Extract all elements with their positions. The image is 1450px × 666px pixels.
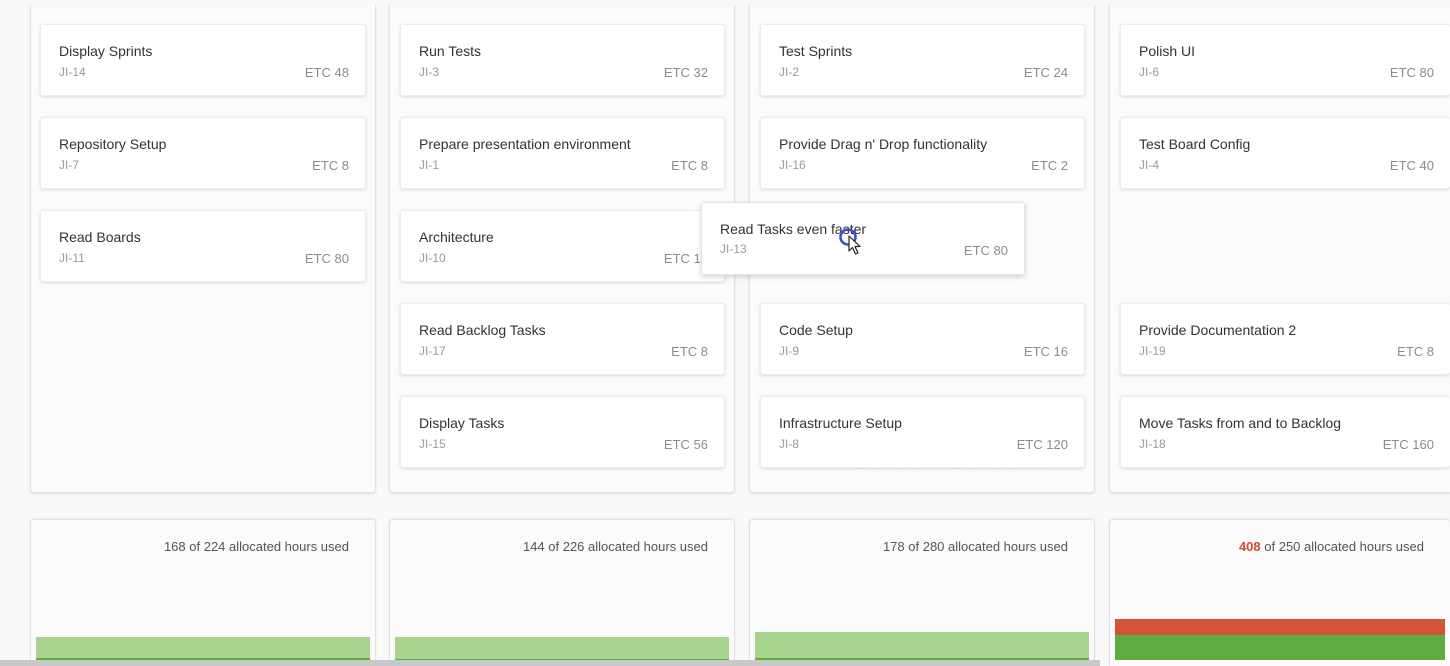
capacity-bar [395, 637, 729, 660]
task-key: JI-10 [419, 251, 446, 265]
task-etc: ETC 80 [304, 251, 349, 266]
hours-summary-rest: of 250 allocated hours used [1260, 539, 1424, 554]
hours-summary-rest: of 226 allocated hours used [544, 539, 708, 554]
horizontal-scrollbar[interactable] [0, 660, 1100, 666]
used-hours: 144 [522, 539, 545, 554]
task-title: Display Sprints [59, 43, 153, 59]
task-card[interactable]: Infrastructure Setup JI-8 ETC 120 [760, 396, 1085, 468]
task-etc: ETC 40 [1389, 158, 1434, 173]
task-key: JI-7 [59, 158, 80, 172]
task-key: JI-9 [779, 344, 800, 358]
capacity-bar [755, 631, 1089, 660]
task-card[interactable]: Move Tasks from and to Backlog JI-18 ETC… [1120, 396, 1450, 468]
task-card[interactable]: Provide Drag n' Drop functionality JI-16… [760, 117, 1085, 189]
task-etc: ETC 16 [1023, 344, 1068, 359]
task-card[interactable]: Read Backlog Tasks JI-17 ETC 8 [400, 303, 725, 375]
drop-placeholder [856, 468, 1046, 469]
task-card[interactable]: Run Tests JI-3 ETC 32 [400, 24, 725, 96]
task-etc: ETC 8 [1397, 344, 1434, 359]
task-key: JI-4 [1139, 158, 1160, 172]
hours-summary-rest: of 224 allocated hours used [185, 539, 349, 554]
task-card[interactable]: Architecture JI-10 ETC 16 [400, 210, 725, 282]
task-etc: ETC 56 [663, 437, 708, 452]
allocated-hours-bar [755, 631, 1089, 660]
capacity-bar [36, 637, 370, 660]
task-card[interactable]: Code Setup JI-9 ETC 16 [760, 303, 1085, 375]
task-etc: ETC 8 [312, 158, 349, 173]
task-etc: ETC 8 [671, 344, 708, 359]
used-hours: 168 [163, 539, 186, 554]
task-key: JI-6 [1139, 65, 1160, 79]
task-key: JI-8 [779, 437, 800, 451]
task-key: JI-13 [720, 242, 747, 256]
task-title: Provide Drag n' Drop functionality [779, 136, 988, 152]
sprint-capacity-panel-1: 168 of 224 allocated hours used [30, 519, 376, 666]
task-key: JI-1 [419, 158, 440, 172]
task-title: Display Tasks [419, 415, 505, 431]
task-etc: ETC 120 [1016, 437, 1068, 452]
task-title: Read Boards [59, 229, 141, 245]
hours-summary-rest: of 280 allocated hours used [904, 539, 1068, 554]
task-title: Prepare presentation environment [419, 136, 631, 152]
task-title: Polish UI [1139, 43, 1196, 59]
task-card[interactable]: Read Boards JI-11 ETC 80 [40, 210, 366, 282]
task-title: Move Tasks from and to Backlog [1139, 415, 1342, 431]
task-key: JI-19 [1139, 344, 1166, 358]
task-card[interactable]: Provide Documentation 2 JI-19 ETC 8 [1120, 303, 1450, 375]
task-etc: ETC 80 [963, 243, 1008, 258]
task-title: Code Setup [779, 322, 853, 338]
task-etc: ETC 160 [1382, 437, 1434, 452]
task-key: JI-15 [419, 437, 446, 451]
task-key: JI-17 [419, 344, 446, 358]
task-card[interactable]: Polish UI JI-6 ETC 80 [1120, 24, 1450, 96]
allocated-hours-bar [395, 637, 729, 660]
mouse-cursor-icon [839, 228, 861, 255]
task-title: Infrastructure Setup [779, 415, 902, 431]
capacity-bar [1115, 618, 1445, 660]
task-card[interactable]: Test Sprints JI-2 ETC 24 [760, 24, 1085, 96]
task-key: JI-16 [779, 158, 806, 172]
used-hours-bar [1115, 634, 1445, 660]
task-etc: ETC 32 [663, 65, 708, 80]
task-key: JI-3 [419, 65, 440, 79]
task-etc: ETC 2 [1031, 158, 1068, 173]
hours-summary: 178 of 280 allocated hours used [883, 539, 1068, 554]
task-title: Repository Setup [59, 136, 167, 152]
task-title: Run Tests [419, 43, 481, 59]
sprint-capacity-panel-3: 178 of 280 allocated hours used [749, 519, 1095, 666]
task-card[interactable]: Display Sprints JI-14 ETC 48 [40, 24, 366, 96]
sprint-capacity-panel-4: 408 of 250 allocated hours used [1109, 519, 1450, 666]
task-key: JI-11 [59, 251, 85, 265]
used-hours: 408 [1238, 539, 1261, 554]
task-title: Test Board Config [1139, 136, 1251, 152]
task-etc: ETC 8 [671, 158, 708, 173]
hours-summary: 408 of 250 allocated hours used [1239, 539, 1424, 554]
task-title: Read Backlog Tasks [419, 322, 546, 338]
task-card[interactable]: Display Tasks JI-15 ETC 56 [400, 396, 725, 468]
task-title: Test Sprints [779, 43, 853, 59]
used-hours: 178 [882, 539, 905, 554]
task-key: JI-14 [59, 65, 86, 79]
task-etc: ETC 80 [1389, 65, 1434, 80]
task-card[interactable]: Prepare presentation environment JI-1 ET… [400, 117, 725, 189]
task-title: Architecture [419, 229, 494, 245]
task-key: JI-2 [779, 65, 800, 79]
hours-summary: 168 of 224 allocated hours used [164, 539, 349, 554]
task-title: Provide Documentation 2 [1139, 322, 1297, 338]
task-etc: ETC 48 [304, 65, 349, 80]
sprint-capacity-panel-2: 144 of 226 allocated hours used [389, 519, 735, 666]
sprint-board: Display Sprints JI-14 ETC 48 Repository … [0, 0, 1450, 666]
hours-summary: 144 of 226 allocated hours used [523, 539, 708, 554]
task-etc: ETC 24 [1023, 65, 1068, 80]
task-card[interactable]: Test Board Config JI-4 ETC 40 [1120, 117, 1450, 189]
allocated-hours-bar [36, 637, 370, 660]
task-card[interactable]: Repository Setup JI-7 ETC 8 [40, 117, 366, 189]
task-key: JI-18 [1139, 437, 1166, 451]
